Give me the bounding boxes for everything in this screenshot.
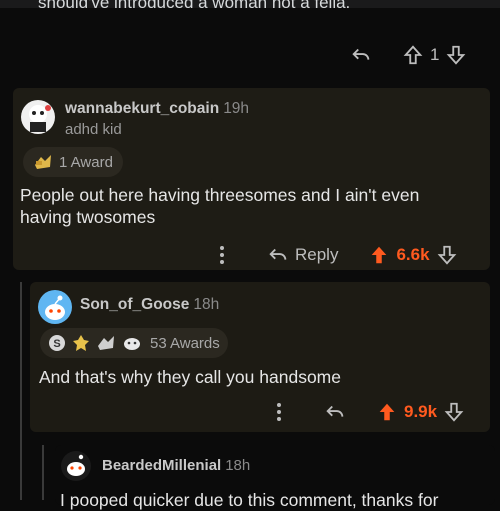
thread-line[interactable] bbox=[42, 445, 44, 500]
reply-button[interactable]: Reply bbox=[267, 244, 338, 266]
avatar[interactable] bbox=[61, 451, 91, 481]
more-options-icon[interactable] bbox=[276, 402, 282, 422]
comment-score: 6.6k bbox=[396, 245, 430, 264]
comment-card: wannabekurt_cobain 19h adhd kid 1 Award P… bbox=[13, 88, 490, 270]
user-flair: adhd kid bbox=[65, 121, 122, 138]
comment-author[interactable]: wannabekurt_cobain 19h bbox=[65, 100, 249, 118]
helpful-award-icon bbox=[96, 334, 116, 352]
more-options-icon[interactable] bbox=[219, 245, 225, 265]
comment-card: Son_of_Goose 18h S 53 Awards And that's w… bbox=[30, 282, 490, 432]
award-icon bbox=[33, 153, 53, 171]
comment-actions: 9.9k bbox=[276, 397, 465, 427]
comment-card: BeardedMillenial 18h I pooped quicker due… bbox=[55, 445, 495, 510]
downvote-icon[interactable] bbox=[436, 244, 458, 266]
upvote-icon[interactable] bbox=[402, 44, 424, 66]
comment-score: 9.9k bbox=[404, 402, 438, 421]
comment-body: And that's why they call you handsome bbox=[39, 367, 341, 387]
username[interactable]: wannabekurt_cobain bbox=[65, 100, 219, 117]
avatar[interactable] bbox=[38, 290, 72, 324]
comment-age: 18h bbox=[225, 457, 251, 474]
comment-age: 19h bbox=[223, 100, 250, 117]
upvote-icon[interactable] bbox=[368, 244, 390, 266]
reply-icon bbox=[267, 244, 289, 266]
previous-comment-text: should've introduced a woman not a fella… bbox=[38, 0, 351, 12]
comment-author[interactable]: BeardedMillenial 18h bbox=[102, 457, 250, 474]
comment-body: People out here having threesomes and I … bbox=[20, 185, 420, 227]
username[interactable]: Son_of_Goose bbox=[80, 296, 189, 313]
previous-comment-actions: 1 bbox=[350, 40, 467, 70]
silver-award-icon: S bbox=[48, 334, 66, 352]
award-pill[interactable]: S 53 Awards bbox=[40, 328, 228, 358]
comment-age: 18h bbox=[193, 296, 220, 313]
gold-award-icon bbox=[72, 334, 90, 352]
reply-label: Reply bbox=[295, 245, 339, 264]
comment-actions: Reply 6.6k bbox=[219, 240, 458, 270]
avatar[interactable] bbox=[21, 100, 55, 134]
previous-comment-score: 1 bbox=[430, 45, 440, 64]
svg-text:S: S bbox=[53, 338, 60, 350]
downvote-icon[interactable] bbox=[443, 401, 465, 423]
wholesome-award-icon bbox=[122, 334, 142, 352]
comment-body: I pooped quicker due to this comment, th… bbox=[60, 490, 439, 510]
award-count: 1 Award bbox=[59, 153, 113, 171]
thread-line[interactable] bbox=[20, 282, 22, 500]
share-icon[interactable] bbox=[350, 44, 372, 66]
award-pill[interactable]: 1 Award bbox=[23, 147, 123, 177]
comment-author[interactable]: Son_of_Goose 18h bbox=[80, 296, 219, 314]
upvote-icon[interactable] bbox=[376, 401, 398, 423]
award-count: 53 Awards bbox=[150, 334, 220, 352]
reply-icon[interactable] bbox=[324, 401, 346, 423]
username[interactable]: BeardedMillenial bbox=[102, 457, 221, 474]
downvote-icon[interactable] bbox=[445, 44, 467, 66]
